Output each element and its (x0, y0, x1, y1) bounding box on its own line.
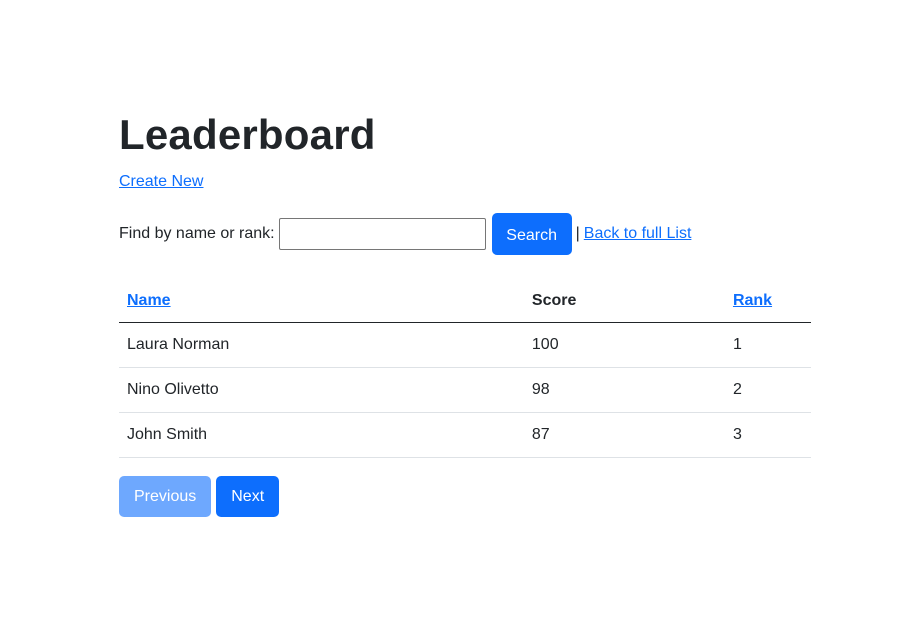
score-cell: 87 (523, 412, 725, 458)
player-name-cell: Nino Olivetto (119, 367, 524, 413)
score-cell: 98 (523, 367, 725, 413)
table-row: John Smith 87 3 (119, 412, 811, 458)
rank-cell: 2 (724, 367, 811, 413)
player-name-cell: John Smith (119, 412, 524, 458)
search-form: Find by name or rank: Search | Back to f… (119, 213, 811, 255)
create-new-link[interactable]: Create New (119, 171, 203, 193)
table-row: Nino Olivetto 98 2 (119, 367, 811, 413)
search-label: Find by name or rank: (119, 225, 275, 242)
score-cell: 100 (523, 322, 725, 368)
page-title: Leaderboard (119, 111, 376, 158)
search-button[interactable]: Search (491, 213, 572, 255)
score-column-header: Score (523, 280, 725, 323)
main-container: Leaderboard Create New Find by name or r… (119, 108, 811, 517)
rank-column-header: Rank (724, 280, 811, 323)
name-column-header: Name (119, 280, 524, 323)
rank-cell: 3 (724, 412, 811, 458)
player-name-cell: Laura Norman (119, 322, 524, 368)
back-to-full-list-link[interactable]: Back to full List (584, 225, 692, 243)
previous-button[interactable]: Previous (119, 476, 212, 517)
search-input[interactable] (278, 218, 486, 250)
next-button[interactable]: Next (216, 476, 280, 517)
table-header-row: Name Score Rank (119, 280, 811, 323)
sort-by-rank-link[interactable]: Rank (733, 292, 772, 309)
rank-cell: 1 (724, 322, 811, 368)
separator: | (575, 225, 580, 242)
sort-by-name-link[interactable]: Name (127, 292, 171, 309)
pagination: Previous Next (119, 476, 811, 517)
table-row: Laura Norman 100 1 (119, 322, 811, 368)
leaderboard-table: Name Score Rank Laura Norman 100 1 Nino … (119, 280, 811, 458)
